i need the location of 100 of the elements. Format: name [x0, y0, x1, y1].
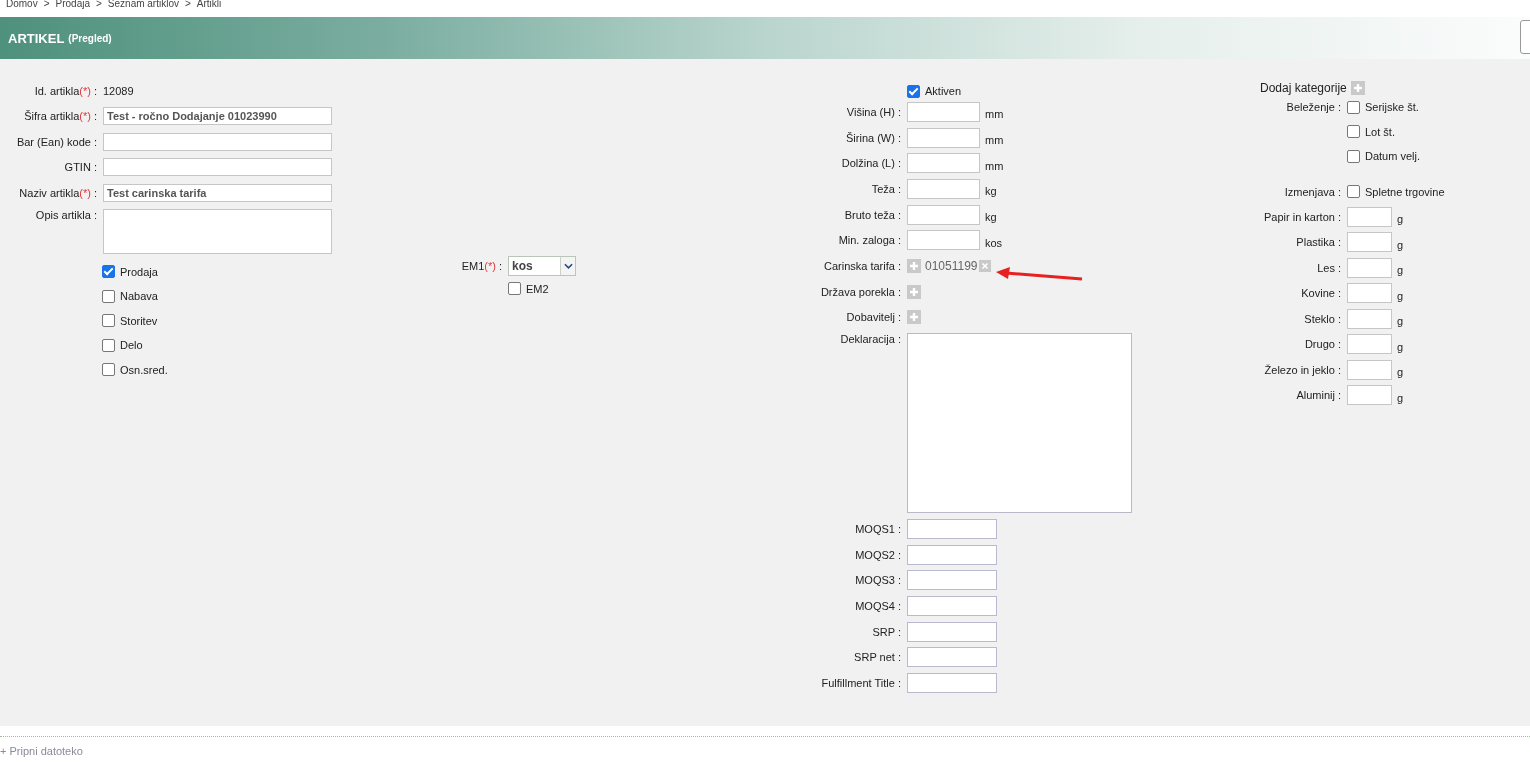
add-icon[interactable]	[907, 258, 921, 273]
add-icon[interactable]	[907, 310, 921, 325]
field-label: Drugo :	[1303, 338, 1342, 351]
field-label: Opis artikla :	[34, 208, 98, 221]
remove-icon[interactable]	[978, 259, 991, 272]
unit-dropdown[interactable]: kos	[508, 255, 576, 276]
checkbox[interactable]	[102, 338, 115, 352]
checkbox[interactable]	[907, 84, 920, 98]
input-field[interactable]: Test carinska tarifa	[103, 183, 332, 202]
tariff-value: 01051199	[924, 258, 979, 273]
checkbox-label: Serijske št.	[1365, 101, 1419, 114]
checkbox[interactable]	[1347, 149, 1360, 163]
field-label: Fulfillment Title :	[820, 677, 902, 690]
field-label: SRP net :	[853, 651, 902, 664]
unit-label: kg	[984, 184, 997, 198]
field-label: Plastika :	[1295, 236, 1342, 249]
checkbox[interactable]	[102, 265, 115, 279]
field-label: Bruto teža :	[843, 208, 902, 221]
unit-label: mm	[984, 158, 1004, 172]
input-field[interactable]	[907, 570, 997, 591]
page-title: ARTIKEL	[8, 30, 65, 46]
input-field[interactable]	[907, 153, 980, 174]
input-field[interactable]	[907, 101, 980, 122]
field-label: Beleženje :	[1285, 101, 1342, 114]
field-label: Višina (H) :	[845, 105, 902, 118]
field-label: GTIN :	[63, 161, 98, 174]
input-field[interactable]	[907, 178, 980, 199]
attach-file-link[interactable]: + Pripni datoteko	[0, 745, 83, 757]
field-label: MOQS2 :	[854, 548, 902, 561]
unit-label: g	[1396, 390, 1404, 404]
add-icon[interactable]	[1350, 81, 1365, 95]
input-field[interactable]	[1347, 385, 1392, 406]
input-field[interactable]	[1347, 206, 1392, 227]
field-label: MOQS4 :	[854, 600, 902, 613]
unit-label: mm	[984, 133, 1004, 147]
field-label: Dolžina (L) :	[840, 157, 902, 170]
checkbox[interactable]	[1347, 100, 1360, 114]
input-field[interactable]	[1347, 334, 1392, 355]
checkbox-label: Prodaja	[120, 265, 158, 278]
input-field[interactable]	[1347, 359, 1392, 380]
unit-label: g	[1396, 365, 1404, 379]
input-field[interactable]	[1347, 232, 1392, 253]
checkbox[interactable]	[102, 289, 115, 303]
field-label: Papir in karton :	[1262, 210, 1342, 223]
breadcrumb-link[interactable]: Seznam artiklov	[107, 0, 179, 8]
field-label: Bar (Ean) kode :	[15, 135, 98, 148]
input-field[interactable]	[907, 647, 997, 668]
checkbox[interactable]	[1347, 185, 1360, 199]
unit-label: g	[1396, 314, 1404, 328]
checkbox-label: Storitev	[120, 314, 158, 327]
unit-label: kg	[984, 210, 997, 224]
field-label: EM1(*) :	[460, 259, 503, 272]
checkbox-label: Spletne trgovine	[1365, 185, 1445, 198]
field-value: 12089	[103, 84, 134, 97]
field-label: Širina (W) :	[845, 131, 902, 144]
breadcrumb-link[interactable]: Prodaja	[55, 0, 90, 8]
input-field[interactable]	[1347, 308, 1392, 329]
caret-icon	[563, 262, 573, 269]
breadcrumb-link[interactable]: Domov	[6, 0, 38, 8]
unit-label: g	[1396, 263, 1404, 277]
field-label: Teža :	[870, 182, 902, 195]
input-field[interactable]	[103, 158, 332, 177]
input-field[interactable]	[907, 596, 997, 617]
input-field[interactable]	[907, 673, 997, 694]
field-label: SRP :	[871, 625, 902, 638]
checkbox-label: Aktiven	[925, 85, 962, 97]
unit-label: g	[1396, 339, 1404, 353]
input-field[interactable]	[1347, 283, 1392, 304]
checkbox-label: Lot št.	[1365, 125, 1395, 138]
categories-label: Dodaj kategorije	[1260, 81, 1347, 95]
checkbox[interactable]	[1347, 125, 1360, 139]
breadcrumb-separator: >	[43, 0, 50, 8]
field-label: Steklo :	[1303, 312, 1342, 325]
field-label: Min. zaloga :	[837, 234, 902, 247]
input-field[interactable]	[907, 204, 980, 225]
field-label: Država porekla :	[819, 285, 902, 298]
checkbox-label: Osn.sred.	[120, 363, 168, 376]
checkbox[interactable]	[102, 363, 115, 377]
field-label: Dobavitelj :	[845, 311, 902, 324]
add-icon[interactable]	[907, 284, 921, 299]
unit-label: mm	[984, 107, 1004, 121]
breadcrumb-link[interactable]: Artikli	[196, 0, 222, 8]
unit-label: g	[1396, 288, 1404, 302]
input-field[interactable]	[907, 127, 980, 148]
text-area[interactable]	[907, 333, 1132, 514]
checkbox[interactable]	[508, 282, 521, 295]
input-field[interactable]	[103, 132, 332, 151]
input-field[interactable]	[907, 230, 980, 251]
text-area[interactable]	[103, 208, 332, 254]
breadcrumb-separator: >	[185, 0, 191, 8]
field-label: Šifra artikla(*) :	[23, 110, 98, 123]
checkbox[interactable]	[102, 314, 115, 328]
input-field[interactable]	[907, 621, 997, 642]
input-field[interactable]	[907, 519, 997, 540]
input-field[interactable]	[1347, 257, 1392, 278]
page-subtitle: (Pregled)	[68, 32, 112, 44]
unit-label: g	[1396, 212, 1404, 226]
input-field[interactable]	[907, 544, 997, 565]
checkbox-label: EM2	[526, 282, 549, 295]
input-field[interactable]: Test - ročno Dodajanje 01023990	[103, 107, 332, 126]
